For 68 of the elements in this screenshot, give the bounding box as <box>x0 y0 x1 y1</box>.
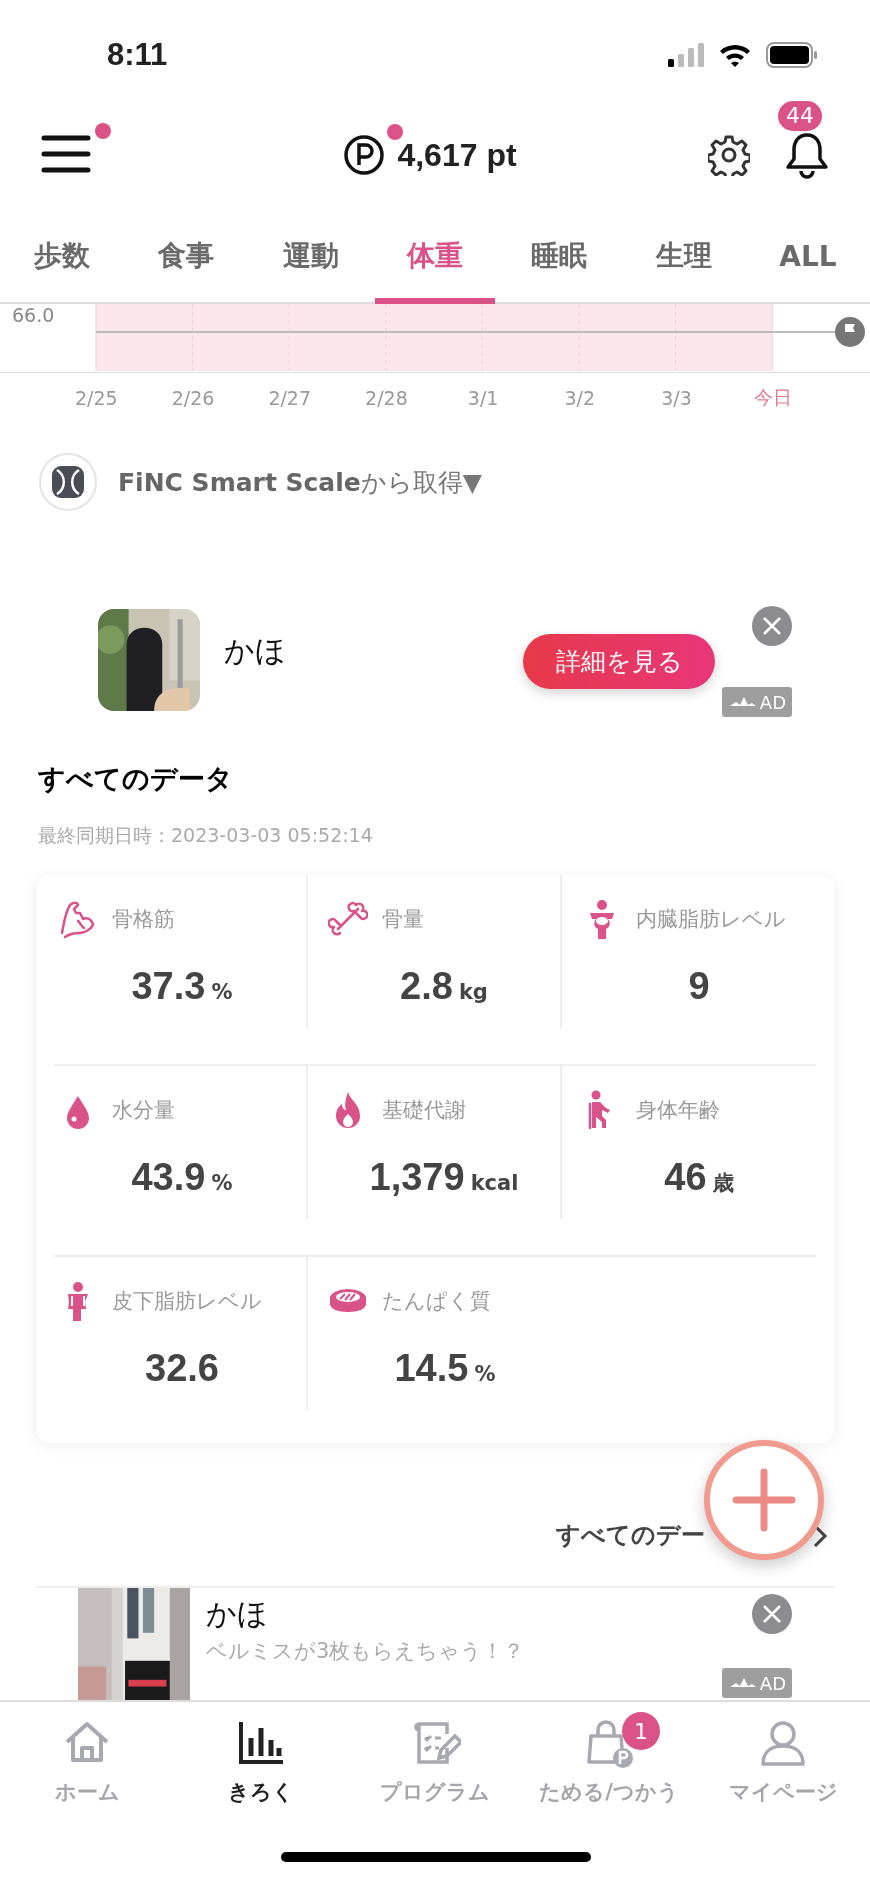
date-label: 2/25 <box>74 387 119 409</box>
metric-value: 1,379 <box>369 1156 465 1199</box>
notifications-bell-icon[interactable] <box>784 131 830 179</box>
points-balance: 4,617 pt <box>397 136 517 174</box>
category-tab[interactable]: 睡眠 <box>497 210 622 302</box>
metric-unit: kcal <box>470 1171 519 1195</box>
metric-value: 9 <box>688 965 710 1008</box>
metric-label: 骨量 <box>382 906 424 933</box>
metric-unit: % <box>211 1171 233 1195</box>
status-time: 8:11 <box>107 36 168 73</box>
metric-label: たんぱく質 <box>382 1288 491 1315</box>
plus-icon <box>732 1468 796 1532</box>
category-tab[interactable]: 体重 <box>372 210 498 302</box>
metric-label: 皮下脂肪レベル <box>112 1288 262 1315</box>
date-label: 今日 <box>753 385 794 410</box>
ad-network-icon <box>729 696 756 708</box>
signal-icon <box>668 43 704 67</box>
metric-unit: % <box>211 980 233 1004</box>
date-label: 2/27 <box>267 387 313 409</box>
metric-unit: kg <box>458 980 488 1004</box>
category-tab[interactable]: 運動 <box>248 210 373 302</box>
date-label: 3/2 <box>563 387 597 409</box>
section-title: すべてのデータ <box>37 762 234 796</box>
metric-label: 基礎代謝 <box>382 1097 466 1124</box>
battery-icon <box>766 42 818 68</box>
ad-title: かほ <box>224 632 286 670</box>
details-button[interactable]: 詳細を見る <box>523 634 715 689</box>
date-label: 2/28 <box>364 387 409 409</box>
ad-subtitle: ベルミスが3枚もらえちゃう！？ <box>206 1638 525 1665</box>
metric-value: 14.5 <box>394 1347 469 1390</box>
tab-bar-item[interactable]: きろく <box>174 1702 348 1883</box>
category-tab[interactable]: 歩数 <box>0 210 125 302</box>
metric-value: 2.8 <box>400 965 453 1008</box>
metric-label: 水分量 <box>112 1097 175 1124</box>
metric-value: 46 <box>664 1156 707 1199</box>
last-sync-time: 最終同期日時：2023-03-03 05:52:14 <box>37 823 374 848</box>
view-all-data-link[interactable]: すべてのデー <box>556 1519 705 1551</box>
points-coin-icon <box>343 134 386 176</box>
axis-label: 66.0 <box>12 304 55 326</box>
close-icon <box>762 616 782 636</box>
metric-value: 37.3 <box>131 965 206 1008</box>
metric-label: 骨格筋 <box>112 906 175 933</box>
date-label: 3/1 <box>466 387 500 409</box>
metric-label: 身体年齢 <box>636 1097 720 1124</box>
close-icon <box>762 1604 782 1624</box>
category-tab[interactable]: ALL <box>745 210 870 302</box>
date-label: 3/3 <box>660 387 693 409</box>
ad-title: かほ <box>206 1595 269 1633</box>
ad-label-text: AD <box>759 691 786 713</box>
scale-device-icon <box>38 452 98 512</box>
ad-label-text: AD <box>759 1672 786 1694</box>
ad-network-icon <box>729 1677 756 1689</box>
wifi-icon <box>718 42 752 68</box>
notification-count-badge: 1 <box>622 1712 660 1750</box>
metric-unit: 歳 <box>712 1170 734 1197</box>
category-tab[interactable]: 生理 <box>621 210 746 302</box>
metric-value: 43.9 <box>131 1156 206 1199</box>
close-button[interactable] <box>752 606 792 646</box>
date-label: 2/26 <box>170 387 216 409</box>
settings-icon[interactable] <box>708 134 750 176</box>
metric-value: 32.6 <box>145 1347 219 1390</box>
notification-count-badge: 44 <box>778 101 822 131</box>
data-source-selector[interactable]: FiNC Smart Scaleから取得▼ <box>118 465 482 499</box>
category-tab[interactable]: 食事 <box>124 210 249 302</box>
metric-label: 内臓脂肪レベル <box>636 906 786 933</box>
menu-icon <box>41 133 91 174</box>
metric-unit: % <box>474 1362 496 1386</box>
close-button[interactable] <box>752 1594 792 1634</box>
